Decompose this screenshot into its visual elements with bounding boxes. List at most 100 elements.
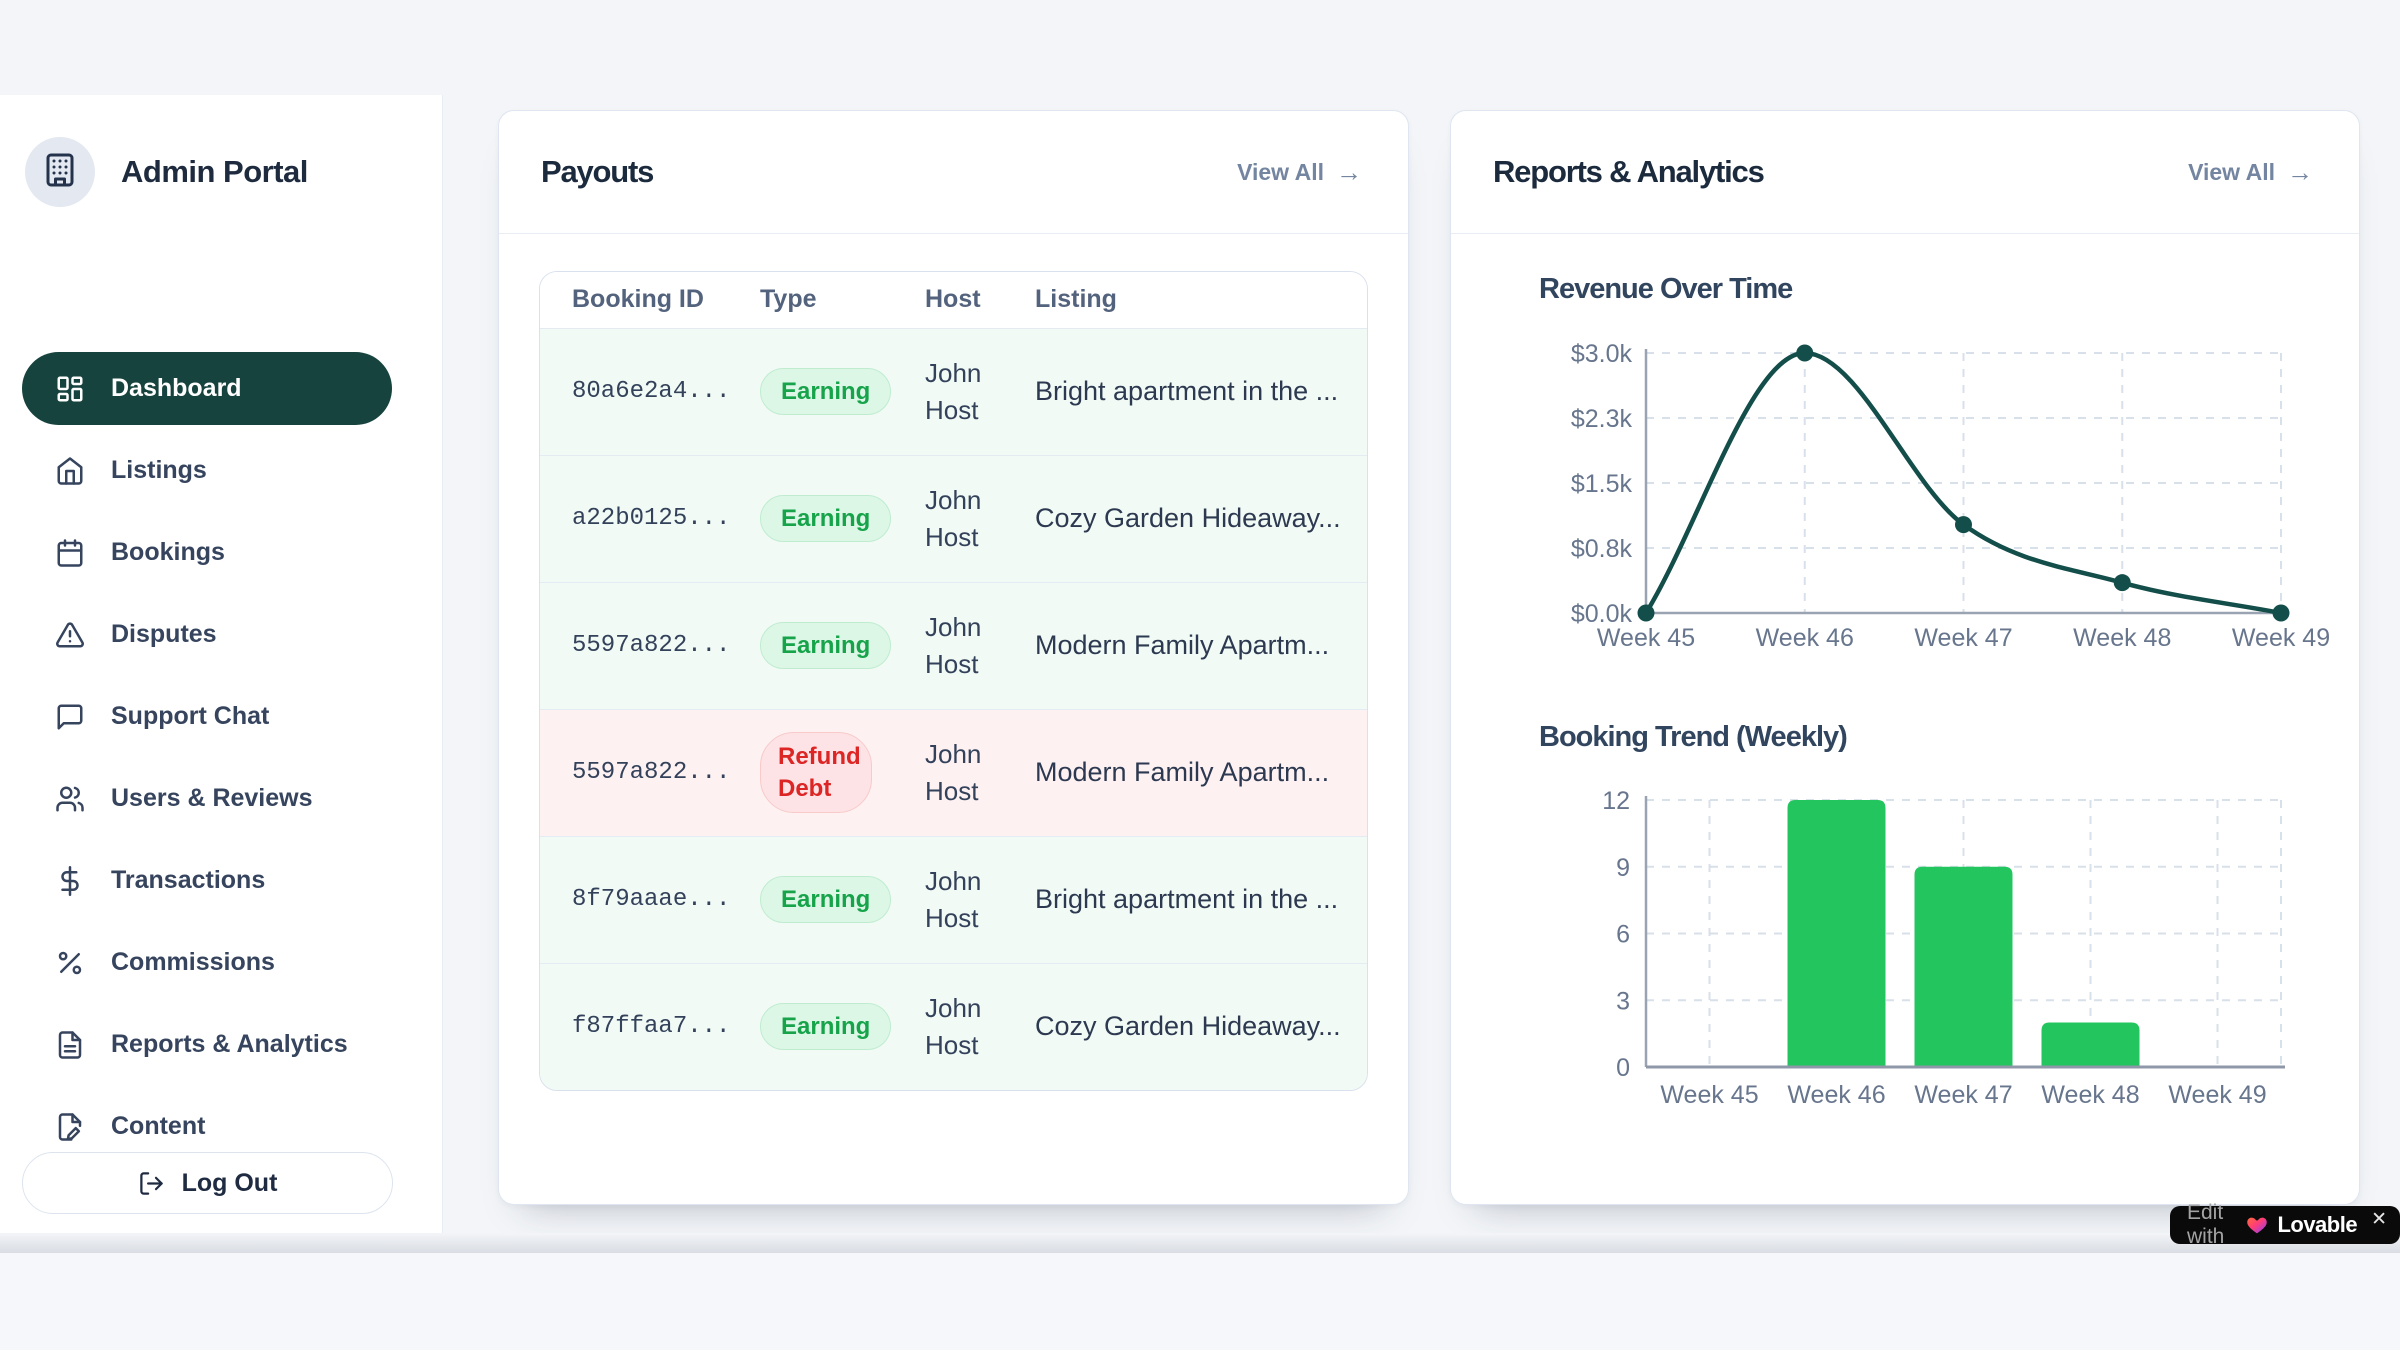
type-badge-earning: Earning (760, 368, 891, 415)
svg-text:Week 48: Week 48 (2073, 624, 2171, 652)
type-cell: Earning (732, 455, 898, 582)
sidebar-nav: Dashboard Listings Bookings Disputes Support… (22, 352, 392, 1172)
table-row: 5597a822...Refund DebtJohn HostModern Fa… (540, 709, 1367, 836)
table-row: f87ffaa7...EarningJohn HostCozy Garden H… (540, 963, 1367, 1090)
type-cell: Earning (732, 328, 898, 455)
sidebar-item-label: Content (111, 1112, 205, 1141)
booking-chart-title: Booking Trend (Weekly) (1539, 721, 1847, 754)
file-text-icon (55, 1030, 85, 1060)
booking-id-cell: a22b0125... (540, 455, 732, 582)
brand: Admin Portal (0, 95, 442, 207)
svg-text:12: 12 (1602, 787, 1630, 815)
view-all-label: View All (1237, 159, 1324, 186)
column-header-listing: Listing (1010, 272, 1367, 328)
sidebar-item-support-chat[interactable]: Support Chat (22, 680, 392, 753)
message-square-icon (55, 702, 85, 732)
booking-id-cell: 80a6e2a4... (540, 328, 732, 455)
payouts-table: Booking IDTypeHostListing 80a6e2a4...Ear… (540, 272, 1367, 1090)
payouts-view-all-link[interactable]: View All → (1237, 159, 1362, 186)
sidebar-item-reports-analytics[interactable]: Reports & Analytics (22, 1008, 392, 1081)
svg-text:9: 9 (1616, 854, 1630, 882)
svg-text:Week 46: Week 46 (1756, 624, 1854, 652)
building-icon (42, 152, 78, 193)
type-cell: Refund Debt (732, 709, 898, 836)
booking-id-cell: 8f79aaae... (540, 836, 732, 963)
type-cell: Earning (732, 836, 898, 963)
logout-label: Log Out (182, 1169, 278, 1198)
column-header-host: Host (898, 272, 1010, 328)
table-row: 5597a822...EarningJohn HostModern Family… (540, 582, 1367, 709)
svg-text:Week 45: Week 45 (1660, 1081, 1758, 1109)
table-header-row: Booking IDTypeHostListing (540, 272, 1367, 328)
app-title: Admin Portal (121, 154, 308, 190)
logout-button[interactable]: Log Out (22, 1152, 393, 1214)
listing-cell: Modern Family Apartm... (1010, 709, 1367, 836)
svg-text:Week 47: Week 47 (1914, 1081, 2012, 1109)
type-badge-earning: Earning (760, 876, 891, 923)
listing-cell: Bright apartment in the ... (1010, 836, 1367, 963)
svg-text:Week 45: Week 45 (1597, 624, 1695, 652)
type-badge-refund: Refund Debt (760, 732, 872, 812)
sidebar-item-dashboard[interactable]: Dashboard (22, 352, 392, 425)
table-row: 8f79aaae...EarningJohn HostBright apartm… (540, 836, 1367, 963)
booking-id-cell: 5597a822... (540, 582, 732, 709)
sidebar-item-label: Users & Reviews (111, 784, 313, 813)
sidebar-item-bookings[interactable]: Bookings (22, 516, 392, 589)
sidebar: Admin Portal Dashboard Listings Bookings Di… (0, 95, 443, 1253)
content-bottom-shadow (0, 1233, 2400, 1253)
host-cell: John Host (898, 709, 1010, 836)
svg-text:Week 46: Week 46 (1787, 1081, 1885, 1109)
calendar-icon (55, 538, 85, 568)
arrow-right-icon: → (2287, 159, 2313, 185)
sidebar-item-users-reviews[interactable]: Users & Reviews (22, 762, 392, 835)
payouts-card: Payouts View All → Booking IDTypeHostLis… (498, 110, 1409, 1205)
column-header-type: Type (732, 272, 898, 328)
close-icon[interactable]: ✕ (2371, 1208, 2387, 1231)
sidebar-item-label: Bookings (111, 538, 225, 567)
dashboard-icon (55, 374, 85, 404)
type-cell: Earning (732, 582, 898, 709)
host-cell: John Host (898, 328, 1010, 455)
svg-text:0: 0 (1616, 1054, 1630, 1082)
sidebar-item-commissions[interactable]: Commissions (22, 926, 392, 999)
sidebar-item-label: Reports & Analytics (111, 1030, 348, 1059)
svg-text:6: 6 (1616, 921, 1630, 949)
view-all-label: View All (2188, 159, 2275, 186)
type-cell: Earning (732, 963, 898, 1090)
percent-icon (55, 948, 85, 978)
sidebar-item-transactions[interactable]: Transactions (22, 844, 392, 917)
host-cell: John Host (898, 455, 1010, 582)
revenue-chart-title: Revenue Over Time (1539, 273, 1792, 306)
revenue-line-chart: $0.0k$0.8k$1.5k$2.3k$3.0kWeek 45Week 46W… (1551, 336, 2311, 666)
svg-text:Week 49: Week 49 (2232, 624, 2330, 652)
lovable-heart-icon (2246, 1214, 2268, 1236)
svg-text:$3.0k: $3.0k (1571, 340, 1633, 368)
booking-bar-chart: 036912Week 45Week 46Week 47Week 48Week 4… (1551, 783, 2311, 1113)
listing-cell: Cozy Garden Hideaway... (1010, 455, 1367, 582)
svg-text:$0.8k: $0.8k (1571, 535, 1633, 563)
reports-title: Reports & Analytics (1493, 154, 1764, 190)
svg-text:Week 49: Week 49 (2168, 1081, 2266, 1109)
payouts-table-wrap: Booking IDTypeHostListing 80a6e2a4...Ear… (539, 271, 1368, 1091)
payouts-header: Payouts View All → (499, 111, 1408, 234)
listing-cell: Modern Family Apartm... (1010, 582, 1367, 709)
logout-icon (138, 1170, 165, 1197)
sidebar-item-label: Dashboard (111, 374, 242, 403)
host-cell: John Host (898, 582, 1010, 709)
host-cell: John Host (898, 963, 1010, 1090)
type-badge-earning: Earning (760, 495, 891, 542)
edit-with-lovable-badge[interactable]: Edit with Lovable ✕ (2170, 1206, 2400, 1244)
arrow-right-icon: → (1336, 159, 1362, 185)
sidebar-item-disputes[interactable]: Disputes (22, 598, 392, 671)
alert-triangle-icon (55, 620, 85, 650)
sidebar-item-listings[interactable]: Listings (22, 434, 392, 507)
reports-view-all-link[interactable]: View All → (2188, 159, 2313, 186)
sidebar-item-label: Support Chat (111, 702, 269, 731)
payouts-title: Payouts (541, 154, 653, 190)
sidebar-item-label: Transactions (111, 866, 265, 895)
type-badge-earning: Earning (760, 1003, 891, 1050)
column-header-booking-id: Booking ID (540, 272, 732, 328)
svg-text:$2.3k: $2.3k (1571, 405, 1633, 433)
sidebar-item-label: Commissions (111, 948, 275, 977)
reports-card: Reports & Analytics View All → Revenue O… (1450, 110, 2360, 1205)
